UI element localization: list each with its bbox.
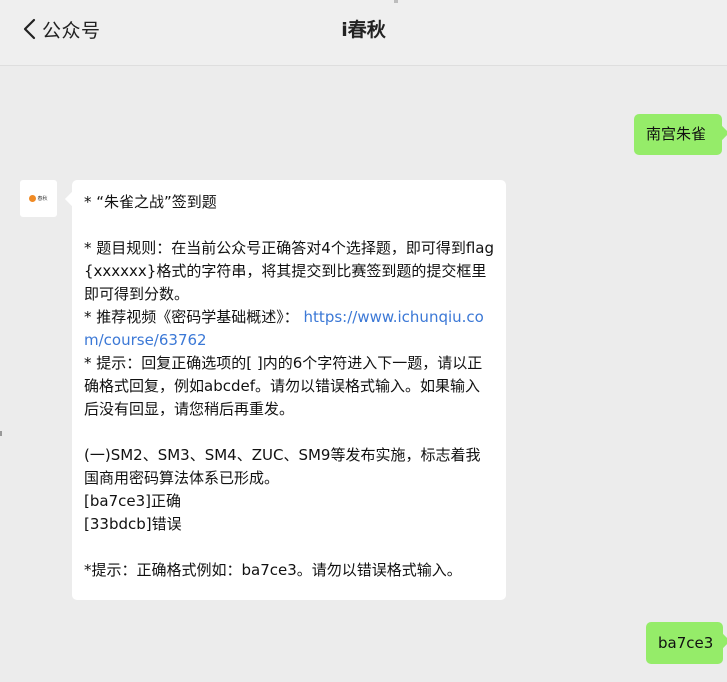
sent-message-text: 南宫朱雀 (646, 125, 707, 143)
message-line-rules: * 题目规则：在当前公众号正确答对4个选择题，即可得到flag{xxxxxx}格… (84, 239, 494, 303)
sent-answer-bubble[interactable]: ba7ce3 (646, 622, 723, 664)
sent-message-bubble[interactable]: 南宫朱雀 (634, 114, 722, 155)
message-line-hint: * 提示：回复正确选项的[ ]内的6个字符进入下一题，请以正确格式回复，例如ab… (84, 354, 483, 418)
message-line-final-hint: *提示：正确格式例如：ba7ce3。请勿以错误格式输入。 (84, 561, 462, 579)
chat-title: i春秋 (341, 19, 386, 41)
window-mark (394, 0, 398, 3)
video-prefix: * 推荐视频《密码学基础概述》： (84, 308, 304, 326)
official-account-avatar[interactable]: 春秋 (20, 180, 57, 217)
message-line-title: * “朱雀之战”签到题 (84, 193, 217, 211)
message-line-video: * 推荐视频《密码学基础概述》： https://www.ichunqiu.co… (84, 306, 494, 352)
sent-answer-text: ba7ce3 (658, 633, 714, 652)
edge-tick (0, 431, 2, 436)
avatar-logo: 春秋 (29, 195, 48, 202)
message-line-question: (一)SM2、SM3、SM4、ZUC、SM9等发布实施，标志着我国商用密码算法体… (84, 446, 481, 487)
top-bar: 公众号 i春秋 (0, 0, 727, 66)
message-line-option-b: [33bdcb]错误 (84, 515, 182, 533)
received-message-bubble[interactable]: * “朱雀之战”签到题 * 题目规则：在当前公众号正确答对4个选择题，即可得到f… (72, 180, 506, 600)
avatar-label: 春秋 (37, 196, 48, 202)
logo-icon (29, 195, 37, 202)
message-line-option-a: [ba7ce3]正确 (84, 492, 181, 510)
